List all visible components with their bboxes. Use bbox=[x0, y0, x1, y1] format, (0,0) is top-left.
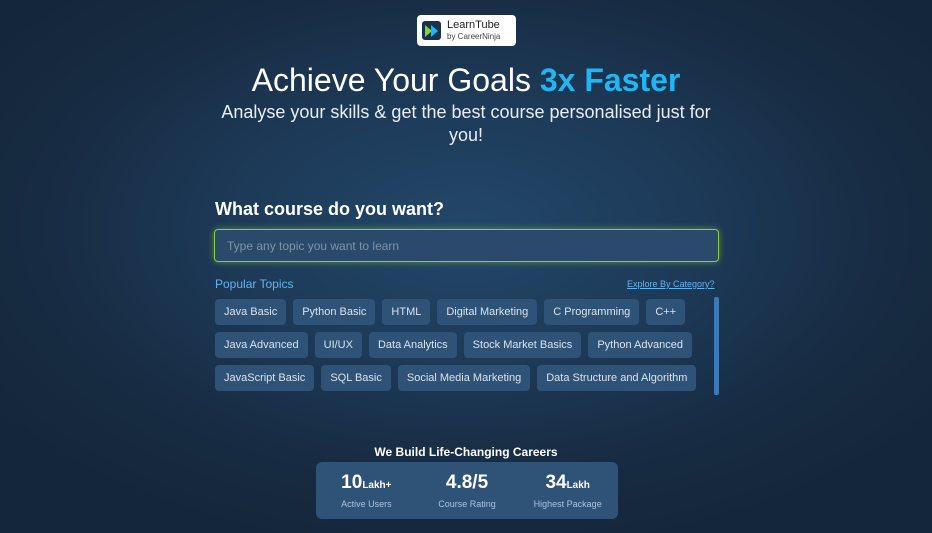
search-box[interactable] bbox=[214, 229, 719, 262]
stat-value: 4.8/5 bbox=[417, 472, 518, 497]
careers-title: We Build Life-Changing Careers bbox=[374, 445, 558, 459]
search-input[interactable] bbox=[215, 230, 718, 261]
topic-chip[interactable]: Java Basic bbox=[215, 299, 287, 325]
hero-subtitle: Analyse your skills & get the best cours… bbox=[221, 102, 711, 145]
fast-forward-icon bbox=[422, 21, 441, 40]
topic-chip-list: Java Basic Python Basic HTML Digital Market… bbox=[215, 299, 711, 391]
stat-item: 10Lakh+ Active Users bbox=[316, 472, 417, 509]
stat-unit: Lakh+ bbox=[362, 480, 392, 491]
topic-chip[interactable]: C++ bbox=[646, 299, 686, 325]
stat-number: 4.8/5 bbox=[445, 472, 489, 493]
stat-item: 4.8/5 Course Rating bbox=[417, 472, 518, 509]
stat-label: Active Users bbox=[341, 499, 392, 509]
topic-chip[interactable]: Python Basic bbox=[293, 299, 376, 325]
hero-title-main: Achieve Your Goals bbox=[251, 62, 540, 98]
stat-number: 34 bbox=[545, 472, 567, 493]
topic-chip[interactable]: Social Media Marketing bbox=[397, 365, 531, 391]
topic-chip[interactable]: JavaScript Basic bbox=[215, 365, 315, 391]
stat-number: 10 bbox=[341, 472, 363, 493]
stat-value: 34Lakh bbox=[517, 472, 618, 497]
brand-subtitle: by CareerNinja bbox=[447, 32, 501, 41]
topic-chip[interactable]: C Programming bbox=[544, 299, 640, 325]
stat-label: Course Rating bbox=[438, 499, 496, 509]
topic-chip[interactable]: Data Analytics bbox=[368, 332, 457, 358]
brand-name: LearnTube bbox=[447, 19, 500, 31]
topic-chip[interactable]: Digital Marketing bbox=[437, 299, 538, 325]
explore-by-category-link[interactable]: Explore By Category? bbox=[627, 279, 715, 289]
stat-unit: Lakh bbox=[566, 480, 590, 491]
topic-chip[interactable]: Java Advanced bbox=[215, 332, 308, 358]
topics-scrollbar[interactable] bbox=[714, 297, 719, 395]
topics-scrollbar-thumb[interactable] bbox=[714, 297, 719, 395]
stat-value: 10Lakh+ bbox=[316, 472, 417, 497]
topic-chip[interactable]: SQL Basic bbox=[321, 365, 391, 391]
topic-chip[interactable]: Python Advanced bbox=[588, 332, 692, 358]
search-question: What course do you want? bbox=[215, 199, 445, 219]
popular-topics-heading: Popular Topics bbox=[215, 277, 294, 291]
topic-chip[interactable]: UI/UX bbox=[314, 332, 362, 358]
stat-item: 34Lakh Highest Package bbox=[517, 472, 618, 509]
topic-chip[interactable]: Data Structure and Algorithm bbox=[537, 365, 697, 391]
learntube-logo[interactable]: LearnTube by CareerNinja bbox=[417, 15, 516, 46]
stats-panel: 10Lakh+ Active Users 4.8/5 Course Rating 34L… bbox=[316, 462, 618, 519]
hero-title: Achieve Your Goals 3x Faster bbox=[0, 58, 932, 102]
hero-title-accent: 3x Faster bbox=[539, 62, 681, 98]
topic-chip[interactable]: HTML bbox=[382, 299, 431, 325]
topic-chip[interactable]: Stock Market Basics bbox=[463, 332, 582, 358]
stat-label: Highest Package bbox=[533, 499, 602, 509]
